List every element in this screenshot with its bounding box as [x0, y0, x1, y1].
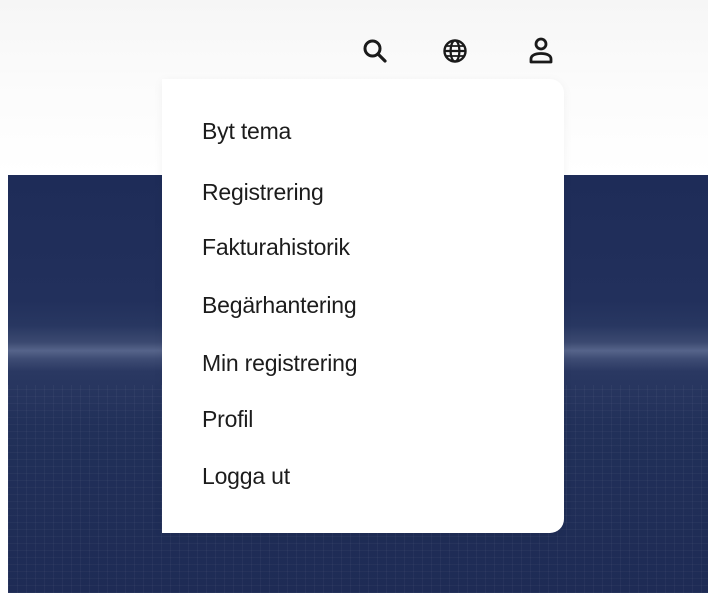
- user-icon: [529, 37, 553, 64]
- menu-item-request-management[interactable]: Begärhantering: [202, 285, 357, 325]
- globe-icon: [443, 39, 467, 63]
- page: Byt tema Registrering Fakturahistorik Be…: [0, 0, 708, 593]
- language-button[interactable]: [438, 34, 472, 68]
- menu-item-invoice-history[interactable]: Fakturahistorik: [202, 227, 350, 267]
- menu-item-change-theme[interactable]: Byt tema: [202, 111, 291, 151]
- menu-item-my-registration[interactable]: Min registrering: [202, 343, 357, 383]
- user-dropdown-menu: Byt tema Registrering Fakturahistorik Be…: [162, 79, 564, 533]
- search-button[interactable]: [358, 34, 392, 68]
- menu-item-registration[interactable]: Registrering: [202, 172, 324, 212]
- menu-item-profile[interactable]: Profil: [202, 399, 253, 439]
- menu-item-logout[interactable]: Logga ut: [202, 456, 290, 496]
- account-button[interactable]: [524, 34, 558, 68]
- search-icon: [363, 39, 387, 63]
